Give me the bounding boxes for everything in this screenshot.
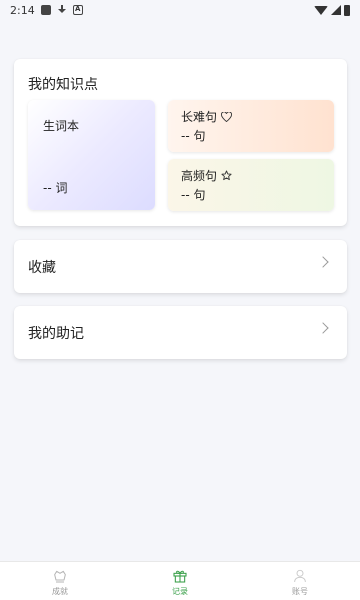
vocab-book-title: 生词本: [43, 117, 79, 134]
vocab-book-count: -- 词: [43, 181, 68, 195]
nav-achievements-label: 成就: [52, 587, 68, 596]
favorites-row[interactable]: 收藏: [14, 240, 347, 293]
nav-account-label: 账号: [292, 587, 308, 596]
frequent-sentences-count: -- 句: [181, 188, 206, 202]
favorites-label: 收藏: [28, 259, 56, 276]
app-square-icon: [40, 5, 51, 15]
hard-sentences-label: 长难句: [181, 110, 218, 124]
frequent-sentences-label: 高频句: [181, 169, 218, 183]
nav-record[interactable]: 记录: [120, 562, 240, 600]
user-icon: [294, 569, 306, 583]
mnemonics-row[interactable]: 我的助记: [14, 306, 347, 359]
nav-achievements[interactable]: 成就: [0, 562, 120, 600]
hard-sentences-title: 长难句: [181, 108, 232, 125]
frequent-sentences-title: 高频句: [181, 167, 232, 184]
download-icon: [57, 5, 67, 15]
bottom-nav: 成就 记录 账号: [0, 561, 360, 600]
frequent-sentences-tile[interactable]: 高频句 -- 句: [168, 159, 334, 211]
nav-record-label: 记录: [172, 587, 188, 596]
hard-sentences-count: -- 句: [181, 129, 206, 143]
status-time: 2:14: [10, 3, 35, 17]
wifi-icon: [314, 5, 328, 15]
a-icon: A: [72, 5, 83, 15]
status-right: [314, 4, 350, 16]
knowledge-card: 我的知识点 生词本 -- 词 长难句 -- 句 高频句 -- 句: [14, 59, 347, 226]
hard-sentences-tile[interactable]: 长难句 -- 句: [168, 100, 334, 152]
status-left: 2:14 A: [10, 4, 83, 17]
nav-account[interactable]: 账号: [240, 562, 360, 600]
star-icon: [221, 170, 232, 181]
mnemonics-label: 我的助记: [28, 325, 84, 342]
trophy-icon: [54, 570, 66, 583]
vocab-book-tile[interactable]: 生词本 -- 词: [28, 100, 155, 210]
heart-icon: [221, 111, 232, 122]
signal-icon: [331, 5, 341, 15]
gift-icon: [173, 570, 187, 583]
knowledge-title: 我的知识点: [28, 77, 98, 93]
chevron-right-icon: [317, 321, 329, 334]
battery-icon: [344, 4, 350, 16]
vocab-book-label: 生词本: [43, 119, 80, 133]
status-bar: 2:14 A: [0, 0, 360, 20]
chevron-right-icon: [317, 255, 329, 268]
